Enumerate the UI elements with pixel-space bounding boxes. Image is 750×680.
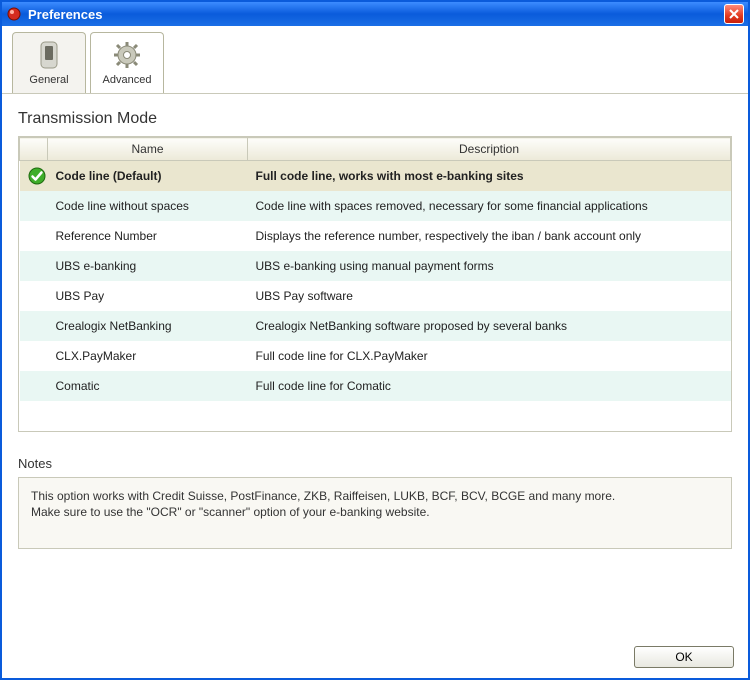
table-row[interactable]: Code line (Default)Full code line, works… — [20, 161, 731, 192]
table-header-row: Name Description — [20, 138, 731, 161]
row-name: UBS Pay — [48, 281, 248, 311]
notes-heading: Notes — [18, 456, 732, 471]
row-description: UBS e-banking using manual payment forms — [248, 251, 731, 281]
table-row[interactable]: CLX.PayMakerFull code line for CLX.PayMa… — [20, 341, 731, 371]
row-description: Full code line, works with most e-bankin… — [248, 161, 731, 192]
row-name: CLX.PayMaker — [48, 341, 248, 371]
close-button[interactable] — [724, 4, 744, 24]
table-row[interactable]: ComaticFull code line for Comatic — [20, 371, 731, 401]
row-description: Full code line for Comatic — [248, 371, 731, 401]
ok-button[interactable]: OK — [634, 646, 734, 668]
row-selected-icon-cell — [20, 341, 48, 371]
table-row[interactable]: UBS e-bankingUBS e-banking using manual … — [20, 251, 731, 281]
table-header-desc[interactable]: Description — [248, 138, 731, 161]
row-name: Comatic — [48, 371, 248, 401]
table-row[interactable]: Crealogix NetBankingCrealogix NetBanking… — [20, 311, 731, 341]
tab-advanced[interactable]: Advanced — [90, 32, 164, 93]
row-selected-icon-cell — [20, 191, 48, 221]
table-row[interactable]: UBS PayUBS Pay software — [20, 281, 731, 311]
row-selected-icon-cell — [20, 311, 48, 341]
device-icon — [34, 40, 64, 70]
tab-general[interactable]: General — [12, 32, 86, 93]
row-description: UBS Pay software — [248, 281, 731, 311]
row-selected-icon-cell — [20, 221, 48, 251]
row-name: Crealogix NetBanking — [48, 311, 248, 341]
content-area: Transmission Mode Name Description Code … — [2, 94, 748, 638]
row-selected-icon-cell — [20, 161, 48, 192]
row-name: Code line without spaces — [48, 191, 248, 221]
transmission-table: Name Description Code line (Default)Full… — [18, 136, 732, 432]
table-blank-row — [20, 401, 731, 431]
transmission-heading: Transmission Mode — [18, 110, 732, 128]
row-description: Code line with spaces removed, necessary… — [248, 191, 731, 221]
notes-line: This option works with Credit Suisse, Po… — [31, 488, 719, 504]
gear-icon — [112, 40, 142, 70]
tab-label: General — [29, 74, 68, 86]
row-name: Code line (Default) — [48, 161, 248, 192]
row-selected-icon-cell — [20, 251, 48, 281]
row-description: Displays the reference number, respectiv… — [248, 221, 731, 251]
row-selected-icon-cell — [20, 281, 48, 311]
close-icon — [729, 9, 739, 19]
table-header-name[interactable]: Name — [48, 138, 248, 161]
button-bar: OK — [2, 638, 748, 678]
app-icon — [6, 6, 22, 22]
table-header-check[interactable] — [20, 138, 48, 161]
row-selected-icon-cell — [20, 371, 48, 401]
window-title: Preferences — [28, 7, 724, 22]
tab-label: Advanced — [103, 74, 152, 86]
row-name: Reference Number — [48, 221, 248, 251]
row-name: UBS e-banking — [48, 251, 248, 281]
tabstrip: General — [2, 26, 748, 94]
table-row[interactable]: Code line without spacesCode line with s… — [20, 191, 731, 221]
row-description: Full code line for CLX.PayMaker — [248, 341, 731, 371]
notes-line: Make sure to use the "OCR" or "scanner" … — [31, 504, 719, 520]
titlebar: Preferences — [2, 2, 748, 26]
check-icon — [28, 167, 46, 185]
row-description: Crealogix NetBanking software proposed b… — [248, 311, 731, 341]
notes-box: This option works with Credit Suisse, Po… — [18, 477, 732, 549]
table-row[interactable]: Reference NumberDisplays the reference n… — [20, 221, 731, 251]
preferences-window: Preferences General — [0, 0, 750, 680]
